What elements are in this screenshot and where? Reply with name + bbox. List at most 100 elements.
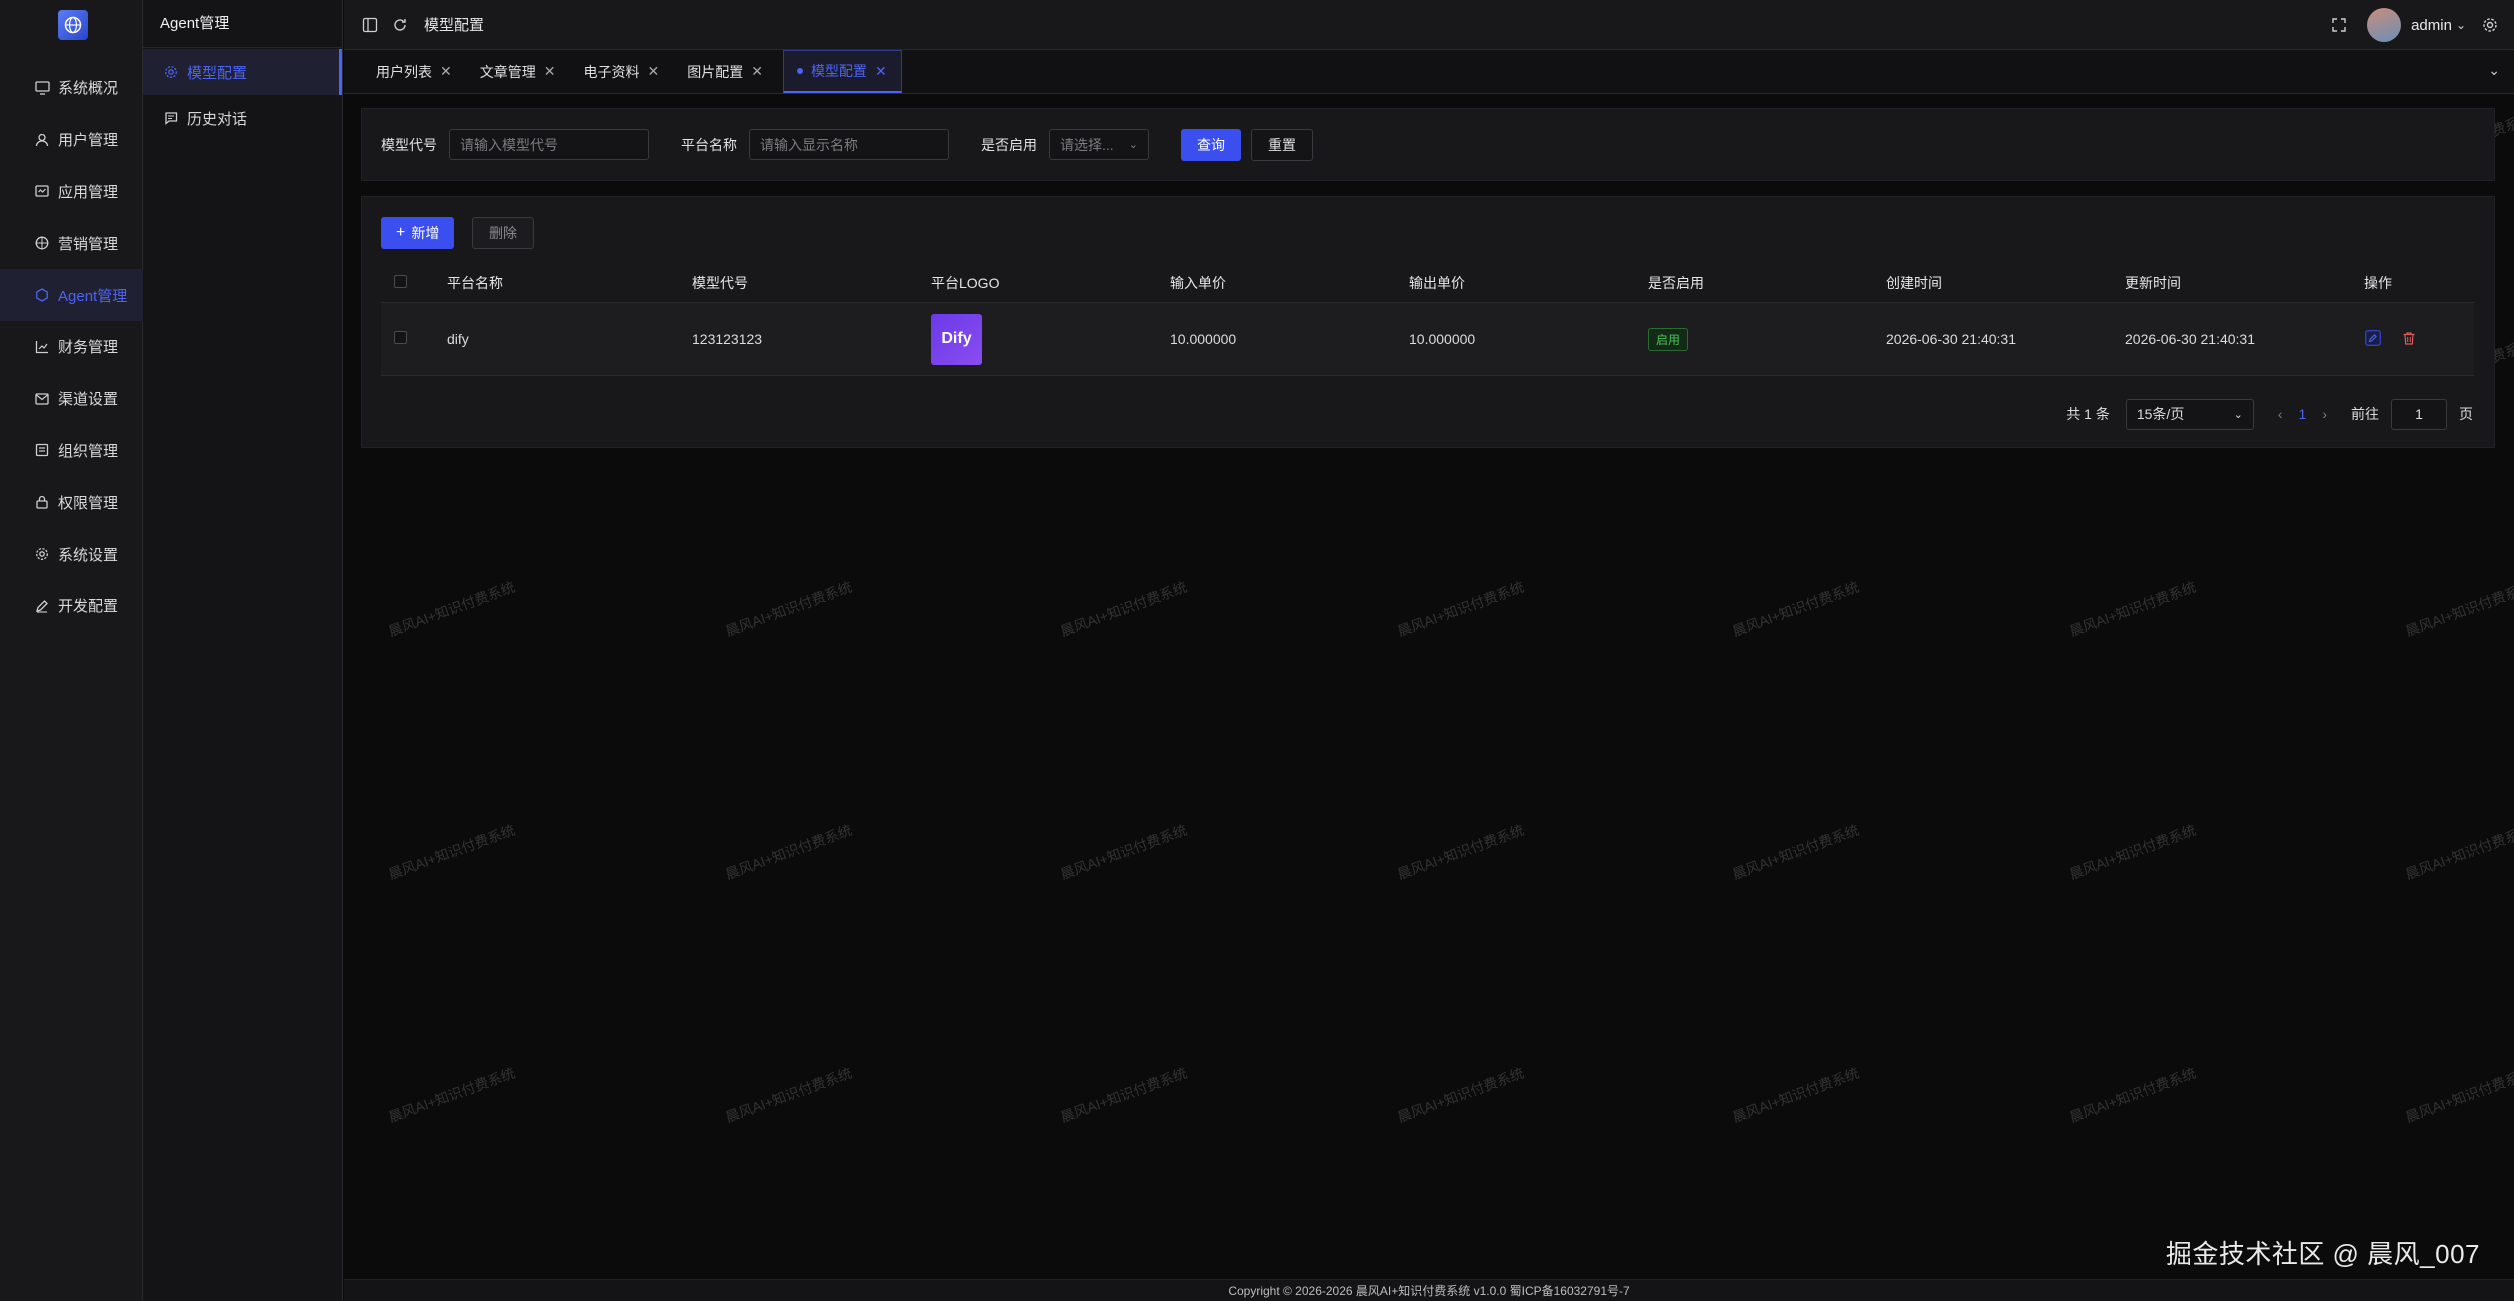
nav-item-marketing[interactable]: 营销管理: [0, 217, 143, 269]
platform-logo: Dify: [931, 313, 982, 365]
col-platform: 平台名称: [447, 274, 503, 291]
page-size-select[interactable]: 15条/页 ⌄: [2125, 398, 2254, 430]
watermark-text: 晨风AI+知识付费系统: [1730, 1065, 1862, 1126]
prev-page-icon[interactable]: ‹: [2278, 406, 2283, 422]
tab-articles[interactable]: 文章管理 ✕: [462, 50, 566, 93]
reset-button[interactable]: 重置: [1251, 128, 1313, 161]
delete-icon[interactable]: [2400, 330, 2418, 348]
watermark-text: 晨风AI+知识付费系统: [2067, 1065, 2199, 1126]
model-code-label: 模型代号: [381, 136, 437, 153]
cell-platform: dify: [447, 331, 469, 347]
nav-item-label: 权限管理: [58, 494, 119, 512]
avatar[interactable]: [2367, 8, 2402, 42]
page-suffix: 页: [2459, 406, 2473, 422]
tab-label: 文章管理: [479, 63, 536, 80]
collapse-sidebar-icon[interactable]: [360, 15, 380, 35]
sub-item-history[interactable]: 历史对话: [143, 95, 342, 141]
watermark-text: 晨风AI+知识付费系统: [386, 579, 517, 640]
main-sidebar: 系统概况 用户管理 应用管理 营销管理 Agent管理 财务管理 渠道设置 组织…: [0, 0, 143, 1301]
model-code-input[interactable]: [449, 129, 649, 160]
table-row[interactable]: dify 123123123 Dify 10.000000 10.000000 …: [381, 303, 2474, 376]
col-input-price: 输入单价: [1170, 274, 1226, 291]
nav-item-apps[interactable]: 应用管理: [0, 166, 143, 218]
corner-watermark: 掘金技术社区 @ 晨风_007: [2165, 1239, 2480, 1269]
close-icon[interactable]: ✕: [544, 63, 556, 80]
agent-icon: [34, 287, 50, 303]
nav-item-users[interactable]: 用户管理: [0, 114, 143, 166]
nav-item-label: 系统概况: [58, 80, 119, 98]
close-icon[interactable]: ✕: [440, 63, 452, 80]
watermark-text: 晨风AI+知识付费系统: [2067, 822, 2199, 883]
watermark-text: 晨风AI+知识付费系统: [2403, 1065, 2514, 1126]
nav-item-permissions[interactable]: 权限管理: [0, 476, 143, 528]
select-all-checkbox[interactable]: [394, 274, 407, 288]
nav-item-label: 用户管理: [58, 132, 119, 150]
user-area: admin ⌄: [2313, 0, 2500, 50]
cell-updated: 2026-06-30 21:40:31: [2125, 331, 2255, 347]
tab-user-list[interactable]: 用户列表 ✕: [344, 50, 462, 93]
watermark-text: 晨风AI+知识付费系统: [723, 579, 854, 640]
cell-output-price: 10.000000: [1409, 331, 1476, 347]
chevron-down-icon[interactable]: ⌄: [2456, 18, 2466, 32]
sub-item-model-config[interactable]: 模型配置: [143, 49, 342, 95]
watermark-text: 晨风AI+知识付费系统: [386, 1065, 517, 1126]
search-panel: 模型代号 平台名称 是否启用 请选择... ⌄ 查询 重置: [361, 108, 2495, 181]
sub-sidebar-title: Agent管理: [143, 0, 342, 48]
row-checkbox[interactable]: [394, 331, 407, 344]
col-created: 创建时间: [1886, 274, 1942, 291]
nav-item-label: 组织管理: [58, 442, 119, 460]
delete-button[interactable]: 删除: [472, 217, 534, 249]
nav-item-org[interactable]: 组织管理: [0, 425, 143, 477]
watermark-text: 晨风AI+知识付费系统: [1730, 822, 1862, 883]
close-icon[interactable]: ✕: [647, 63, 659, 80]
nav-item-finance[interactable]: 财务管理: [0, 321, 143, 373]
table-header: 平台名称 模型代号 平台LOGO 输入单价 输出单价 是否启用 创建时间 更新时…: [381, 263, 2474, 303]
watermark-text: 晨风AI+知识付费系统: [723, 1065, 854, 1126]
add-button[interactable]: + 新增: [381, 217, 455, 249]
marketing-icon: [34, 235, 50, 251]
tab-image-config[interactable]: 图片配置 ✕: [669, 50, 773, 93]
fullscreen-icon[interactable]: [2329, 15, 2349, 35]
cell-model-code: 123123123: [692, 331, 763, 347]
tab-e-materials[interactable]: 电子资料 ✕: [565, 50, 669, 93]
mail-icon: [34, 391, 50, 407]
goto-page-input[interactable]: [2391, 398, 2447, 430]
chat-icon: [163, 110, 179, 126]
tab-bar: 用户列表 ✕ 文章管理 ✕ 电子资料 ✕ 图片配置 ✕ 模型配置 ✕ ⌄: [344, 50, 2514, 94]
enabled-select[interactable]: 请选择... ⌄: [1049, 129, 1149, 160]
edit-icon[interactable]: [2364, 329, 2382, 347]
nav-item-settings[interactable]: 系统设置: [0, 528, 143, 580]
close-icon[interactable]: ✕: [875, 63, 887, 80]
tab-model-config[interactable]: 模型配置 ✕: [782, 50, 902, 93]
nav-item-dev[interactable]: 开发配置: [0, 580, 143, 632]
close-icon[interactable]: ✕: [751, 63, 763, 80]
username[interactable]: admin: [2411, 17, 2452, 34]
next-page-icon[interactable]: ›: [2322, 406, 2327, 422]
col-model-code: 模型代号: [692, 274, 748, 291]
nav-item-channels[interactable]: 渠道设置: [0, 373, 143, 425]
pen-icon: [34, 598, 50, 614]
watermark-text: 晨风AI+知识付费系统: [1058, 579, 1190, 640]
nav-item-agent[interactable]: Agent管理: [0, 269, 143, 321]
nav-item-label: 开发配置: [58, 598, 119, 616]
globe-logo-icon[interactable]: [58, 10, 88, 40]
platform-name-label: 平台名称: [681, 136, 737, 153]
plus-icon: +: [396, 224, 406, 241]
refresh-icon[interactable]: [390, 15, 410, 35]
query-button[interactable]: 查询: [1181, 128, 1241, 161]
col-output-price: 输出单价: [1409, 274, 1465, 291]
nav-item-label: 营销管理: [58, 235, 119, 253]
chevron-down-icon[interactable]: ⌄: [2488, 62, 2500, 79]
tab-label: 用户列表: [376, 63, 432, 80]
nav-item-overview[interactable]: 系统概况: [0, 62, 143, 114]
add-button-label: 新增: [411, 225, 440, 241]
page-number[interactable]: 1: [2299, 406, 2307, 422]
gear-icon[interactable]: [2480, 15, 2500, 35]
watermark-text: 晨风AI+知识付费系统: [2403, 822, 2514, 883]
platform-name-input[interactable]: [749, 129, 949, 160]
status-badge: 启用: [1648, 327, 1689, 351]
monitor-icon: [34, 80, 50, 96]
nav-item-label: 财务管理: [58, 339, 119, 357]
tab-label: 电子资料: [583, 63, 640, 80]
watermark-text: 晨风AI+知识付费系统: [1058, 1065, 1190, 1126]
